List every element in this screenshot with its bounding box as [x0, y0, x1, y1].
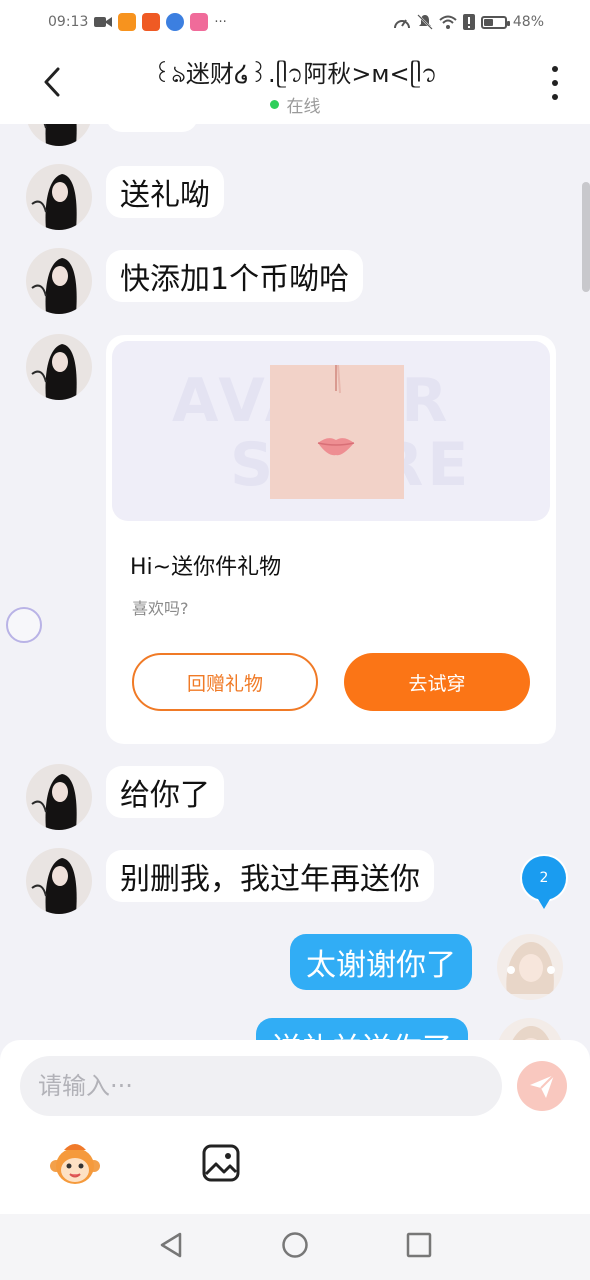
my-message-bubble[interactable]: 太谢谢你了 [290, 934, 472, 990]
online-status: 在线 [0, 92, 590, 117]
message-bubble[interactable]: 别删我，我过年再送你 [106, 850, 434, 902]
return-gift-button[interactable]: 回赠礼物 [132, 653, 318, 711]
message-bubble[interactable]: 给你了 [106, 766, 224, 818]
gift-card[interactable]: AVATAR STORE Hi~送你件礼物 喜欢吗? 回赠礼物 去试穿 [106, 335, 556, 744]
contact-avatar[interactable] [26, 334, 92, 400]
nav-back-button[interactable] [158, 1231, 184, 1263]
youku-icon [118, 13, 137, 31]
gift-title: Hi~送你件礼物 [130, 555, 282, 580]
gift-subtitle: 喜欢吗? [132, 599, 189, 618]
unread-count-badge[interactable]: 2 [522, 856, 566, 909]
battery-percent: 48% [512, 14, 544, 30]
bilibili-icon [190, 13, 209, 31]
contact-avatar[interactable] [26, 124, 92, 146]
paper-plane-icon [530, 1074, 555, 1098]
video-icon [94, 17, 113, 27]
system-nav-bar [0, 1214, 590, 1280]
clock: 09:13 [48, 14, 89, 30]
gift-lips-image[interactable] [270, 364, 404, 499]
try-on-button[interactable]: 去试穿 [344, 653, 530, 711]
more-options-button[interactable] [548, 66, 562, 100]
gift-preview: AVATAR STORE [112, 341, 550, 521]
message-bubble[interactable]: 快添加1个币呦哈 [106, 250, 364, 302]
my-avatar[interactable] [497, 1018, 563, 1040]
chat-header: ꒰ঌ迷财໒꒱.ᥫ᭡阿秋>ᴍ<ᥫ᭡ 在线 [0, 44, 590, 124]
message-list[interactable]: 送礼呦 快添加1个币呦哈 AVATAR STORE Hi~送你件 [0, 124, 590, 1040]
alert-icon [462, 14, 475, 30]
status-bar: 09:13 ··· 48% [0, 0, 590, 44]
square-recents-icon [406, 1232, 431, 1258]
monkey-emoji-icon[interactable] [50, 1140, 100, 1188]
message-bubble-cut[interactable] [106, 124, 198, 132]
message-bubble[interactable]: 送礼呦 [106, 166, 224, 218]
contact-avatar[interactable] [26, 248, 92, 314]
floating-assistive-button[interactable] [6, 607, 42, 643]
speed-icon [393, 19, 410, 29]
mute-bell-icon [417, 14, 433, 30]
image-picker-icon[interactable] [202, 1144, 240, 1182]
nav-home-button[interactable] [281, 1231, 309, 1263]
wifi-icon [439, 15, 457, 29]
online-status-label: 在线 [286, 97, 321, 117]
more-notifications: ··· [214, 14, 227, 30]
input-panel [0, 1040, 590, 1214]
circle-home-icon [282, 1232, 308, 1258]
zcool-icon [142, 13, 161, 31]
online-dot [269, 100, 279, 109]
contact-avatar[interactable] [26, 848, 92, 914]
contact-avatar[interactable] [26, 764, 92, 830]
triangle-back-icon [161, 1232, 182, 1258]
my-message-bubble[interactable]: 送礼並送你了 [256, 1018, 468, 1040]
scrollbar[interactable] [582, 182, 590, 292]
message-input[interactable] [20, 1056, 502, 1116]
send-button[interactable] [517, 1061, 567, 1111]
my-avatar[interactable] [497, 934, 563, 1000]
browser-icon [166, 13, 185, 31]
nav-recents-button[interactable] [406, 1232, 432, 1262]
battery-icon [480, 15, 510, 29]
chat-screen: 09:13 ··· 48% ꒰ঌ迷财໒꒱.ᥫ᭡阿秋>ᴍ<ᥫ᭡ 在线 送礼呦 快添… [0, 0, 590, 1280]
contact-avatar[interactable] [26, 164, 92, 230]
